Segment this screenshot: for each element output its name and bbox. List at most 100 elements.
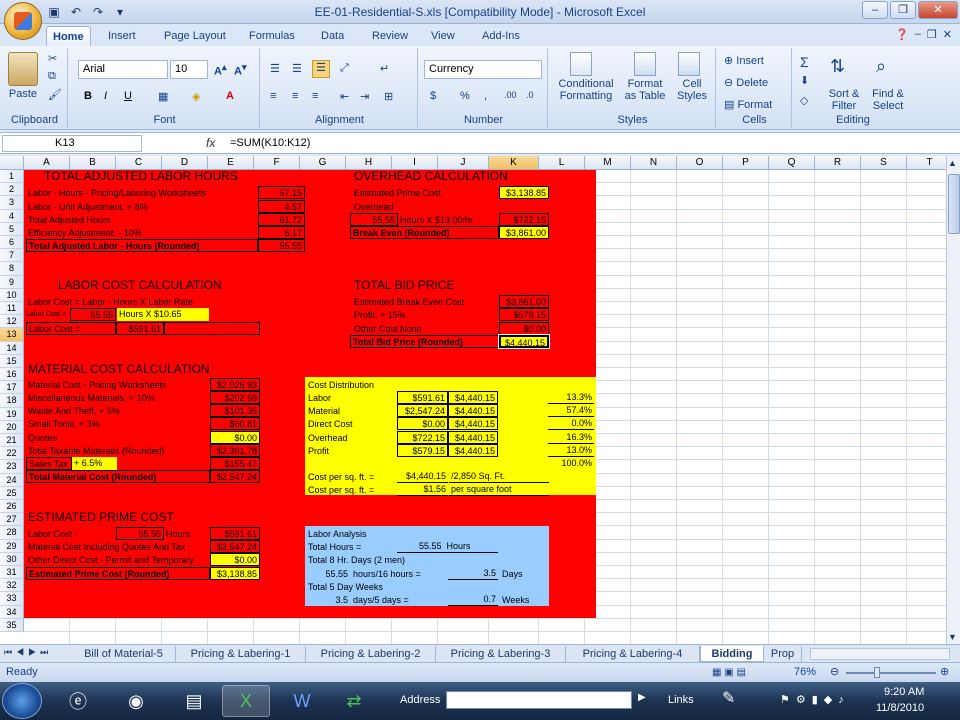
tab-insert[interactable]: Insert [102, 26, 142, 46]
orientation-icon[interactable]: ⤢ [340, 62, 349, 75]
break-even-value[interactable]: $3,861.00 [499, 226, 549, 239]
format-painter-icon[interactable]: 🖌 [48, 88, 62, 101]
column-header[interactable]: T [907, 156, 946, 170]
shrink-font-icon[interactable]: A▾ [234, 62, 247, 78]
sort-filter-button[interactable]: Sort & Filter [822, 88, 866, 112]
office-button[interactable] [4, 2, 42, 40]
distribution-pct[interactable]: 13.3% [548, 391, 594, 404]
row-header[interactable]: 30 [0, 552, 24, 566]
distribution-amount[interactable]: $2,547.24 [397, 404, 448, 418]
sheet-tab[interactable]: Pricing & Labering-1 [176, 646, 306, 662]
view-buttons[interactable]: ▦ ▣ ▤ [712, 663, 746, 682]
bold-icon[interactable]: B [84, 90, 92, 102]
currency-icon[interactable]: $ [430, 90, 436, 102]
grow-font-icon[interactable]: A▴ [214, 62, 227, 78]
address-go-icon[interactable]: ▶ [638, 692, 646, 703]
row-header[interactable]: 5 [0, 222, 24, 236]
material-value[interactable]: $2,026.93 [210, 377, 260, 391]
system-tray-icons[interactable]: ⚑⚙▮◆♪ [780, 693, 850, 706]
row-header[interactable]: 23 [0, 460, 24, 474]
minimize-icon[interactable]: – [862, 1, 888, 19]
start-button[interactable] [2, 683, 42, 719]
font-name-select[interactable]: Arial [78, 60, 168, 79]
row-header[interactable]: 15 [0, 354, 24, 368]
row-header[interactable]: 10 [0, 288, 24, 302]
insert-function-icon[interactable]: fx [206, 136, 215, 150]
format-as-table-button[interactable]: Format as Table [620, 78, 670, 102]
merge-center-icon[interactable]: ⊞ [384, 90, 393, 103]
row-header[interactable]: 6 [0, 236, 24, 250]
align-left-icon[interactable]: ≡ [270, 90, 276, 102]
paste-icon[interactable] [8, 52, 38, 86]
material-total-value[interactable]: $2,547.24 [210, 470, 260, 484]
row-header[interactable]: 35 [0, 618, 24, 632]
row-header[interactable]: 22 [0, 447, 24, 461]
decrease-decimal-icon[interactable]: .0 [526, 90, 534, 100]
sheet-tab[interactable]: Prop [764, 646, 802, 662]
prime-other-value[interactable]: $0.00 [210, 553, 260, 567]
excel-taskbar-icon[interactable]: X [222, 685, 270, 717]
tab-formulas[interactable]: Formulas [243, 26, 301, 46]
column-header[interactable]: S [861, 156, 907, 170]
distribution-total[interactable]: $4,440.15 [448, 404, 498, 418]
wrap-text-icon[interactable]: ↵ [380, 62, 389, 75]
ribbon-restore-icon[interactable]: ❐ [927, 28, 937, 41]
clear-icon[interactable]: ◇ [800, 94, 808, 107]
distribution-pct[interactable]: 16.3% [548, 431, 594, 444]
conditional-formatting-icon[interactable] [570, 52, 592, 76]
distribution-amount[interactable]: $591.61 [397, 391, 448, 404]
distribution-amount[interactable]: $0.00 [397, 417, 448, 431]
row-header[interactable]: 11 [0, 302, 24, 316]
font-color-icon[interactable]: A [226, 90, 234, 102]
sheet-tab[interactable]: Pricing & Labering-4 [566, 646, 700, 662]
sqft-value[interactable]: $4,440.15 [397, 470, 448, 484]
days-calc-hours[interactable]: 55.55 [305, 568, 350, 580]
tab-review[interactable]: Review [366, 26, 414, 46]
close-icon[interactable]: ✕ [918, 1, 958, 19]
row-header[interactable]: 28 [0, 526, 24, 540]
zoom-out-icon[interactable]: ⊖ [830, 663, 839, 682]
zoom-slider[interactable] [846, 672, 936, 674]
vertical-scrollbar[interactable]: ▲ ▼ [946, 156, 960, 644]
distribution-amount[interactable]: $579.15 [397, 443, 448, 457]
row-header[interactable]: 2 [0, 183, 24, 197]
comma-icon[interactable]: , [484, 90, 487, 102]
tab-page-layout[interactable]: Page Layout [158, 26, 232, 46]
column-header[interactable]: C [116, 156, 162, 170]
row-header[interactable]: 19 [0, 407, 24, 421]
prime-material-value[interactable]: $2,547.24 [210, 540, 260, 554]
sheet-tab[interactable]: Pricing & Labering-2 [306, 646, 436, 662]
column-header[interactable]: A [24, 156, 70, 170]
row-header[interactable]: 14 [0, 341, 24, 355]
ribbon-minimize-icon[interactable]: – [915, 28, 921, 41]
cell-styles-button[interactable]: Cell Styles [672, 78, 712, 102]
decrease-indent-icon[interactable]: ⇤ [340, 90, 349, 103]
insert-cells-button[interactable]: ⊕ Insert [724, 54, 764, 67]
row-header[interactable]: 7 [0, 249, 24, 263]
material-value[interactable]: $2,391.78 [210, 443, 260, 457]
row-header[interactable]: 4 [0, 209, 24, 223]
scroll-thumb[interactable] [948, 174, 960, 234]
row-header[interactable]: 27 [0, 513, 24, 527]
total-hours-value[interactable]: 55.55 Hours [397, 540, 498, 554]
column-header[interactable]: M [585, 156, 631, 170]
distribution-amount[interactable]: $722.15 [397, 430, 448, 444]
distribution-total[interactable]: $4,440.15 [448, 391, 498, 404]
address-input[interactable] [446, 691, 632, 709]
labor-hours-value[interactable]: 4.57 [258, 199, 305, 213]
prime-labor-hours[interactable]: 55.55 [116, 527, 164, 540]
increase-decimal-icon[interactable]: .00 [504, 90, 517, 100]
tab-add-ins[interactable]: Add-Ins [476, 26, 526, 46]
labor-hours-total-value[interactable]: 55.55 [258, 239, 305, 253]
distribution-total[interactable]: $4,440.15 [448, 443, 498, 457]
format-cells-button[interactable]: ▤ Format [724, 98, 772, 111]
distribution-pct[interactable]: 13.0% [548, 444, 594, 457]
column-header[interactable]: O [677, 156, 723, 170]
zoom-in-icon[interactable]: ⊕ [940, 663, 949, 682]
total-bid-value[interactable]: $3,861.00 [499, 295, 549, 309]
find-select-button[interactable]: Find & Select [866, 88, 910, 112]
tab-home[interactable]: Home [46, 26, 91, 46]
font-size-select[interactable]: 10 [170, 60, 208, 79]
folder-icon[interactable]: ▤ [170, 685, 218, 717]
align-middle-icon[interactable]: ☰ [292, 62, 302, 75]
